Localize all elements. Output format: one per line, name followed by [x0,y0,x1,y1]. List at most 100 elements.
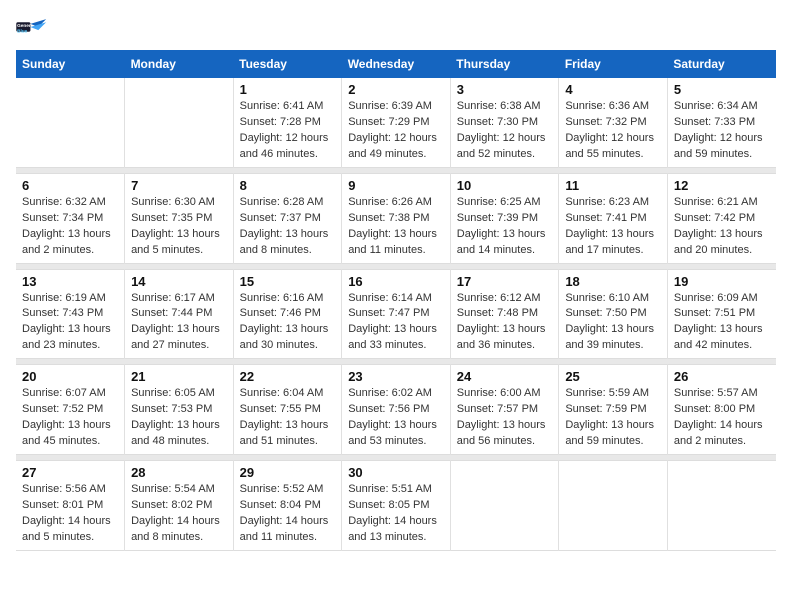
calendar-cell: 2 Sunrise: 6:39 AM Sunset: 7:29 PM Daylig… [342,78,451,167]
calendar-cell: 14 Sunrise: 6:17 AM Sunset: 7:44 PM Dayli… [125,269,234,359]
day-number: 26 [674,369,770,384]
header-thursday: Thursday [450,50,559,78]
cell-content: Sunrise: 6:21 AM Sunset: 7:42 PM Dayligh… [674,195,770,259]
cell-content: Sunrise: 6:16 AM Sunset: 7:46 PM Dayligh… [240,291,336,355]
cell-content: Sunrise: 6:19 AM Sunset: 7:43 PM Dayligh… [22,291,118,355]
cell-content: Sunrise: 6:34 AM Sunset: 7:33 PM Dayligh… [674,99,770,163]
calendar-cell: 13 Sunrise: 6:19 AM Sunset: 7:43 PM Dayli… [16,269,125,359]
day-number: 14 [131,274,227,289]
day-number: 7 [131,178,227,193]
day-number: 15 [240,274,336,289]
calendar-cell: 26 Sunrise: 5:57 AM Sunset: 8:00 PM Dayli… [667,365,776,455]
cell-content: Sunrise: 6:32 AM Sunset: 7:34 PM Dayligh… [22,195,118,259]
calendar-cell: 1 Sunrise: 6:41 AM Sunset: 7:28 PM Daylig… [233,78,342,167]
calendar-cell [125,78,234,167]
day-number: 13 [22,274,118,289]
calendar-cell: 25Sunrise: 5:59 AM Sunset: 7:59 PM Dayli… [559,365,668,455]
day-number: 5 [674,82,770,97]
logo: General Blue [16,16,48,38]
calendar-cell: 30 Sunrise: 5:51 AM Sunset: 8:05 PM Dayli… [342,461,451,551]
day-number: 23 [348,369,444,384]
day-number: 10 [457,178,553,193]
cell-content: Sunrise: 6:14 AM Sunset: 7:47 PM Dayligh… [348,291,444,355]
day-number: 12 [674,178,770,193]
week-row-2: 6 Sunrise: 6:32 AM Sunset: 7:34 PM Daylig… [16,173,776,263]
day-number: 2 [348,82,444,97]
cell-content: Sunrise: 6:26 AM Sunset: 7:38 PM Dayligh… [348,195,444,259]
cell-content: Sunrise: 6:41 AM Sunset: 7:28 PM Dayligh… [240,99,336,163]
cell-content: Sunrise: 6:12 AM Sunset: 7:48 PM Dayligh… [457,291,553,355]
day-number: 1 [240,82,336,97]
cell-content: Sunrise: 5:52 AM Sunset: 8:04 PM Dayligh… [240,482,336,546]
day-number: 28 [131,465,227,480]
cell-content: Sunrise: 6:04 AM Sunset: 7:55 PM Dayligh… [240,386,336,450]
calendar-cell: 23 Sunrise: 6:02 AM Sunset: 7:56 PM Dayli… [342,365,451,455]
calendar-cell: 8 Sunrise: 6:28 AM Sunset: 7:37 PM Daylig… [233,173,342,263]
calendar-cell: 22 Sunrise: 6:04 AM Sunset: 7:55 PM Dayli… [233,365,342,455]
days-header-row: SundayMondayTuesdayWednesdayThursdayFrid… [16,50,776,78]
cell-content: Sunrise: 6:36 AM Sunset: 7:32 PM Dayligh… [565,99,661,163]
svg-text:Blue: Blue [17,29,28,34]
day-number: 30 [348,465,444,480]
header-tuesday: Tuesday [233,50,342,78]
calendar-cell: 9 Sunrise: 6:26 AM Sunset: 7:38 PM Daylig… [342,173,451,263]
day-number: 22 [240,369,336,384]
cell-content: Sunrise: 6:28 AM Sunset: 7:37 PM Dayligh… [240,195,336,259]
calendar-cell: 3 Sunrise: 6:38 AM Sunset: 7:30 PM Daylig… [450,78,559,167]
page-header: General Blue [16,16,776,38]
week-row-1: 1 Sunrise: 6:41 AM Sunset: 7:28 PM Daylig… [16,78,776,167]
cell-content: Sunrise: 6:05 AM Sunset: 7:53 PM Dayligh… [131,386,227,450]
calendar-cell [559,461,668,551]
header-monday: Monday [125,50,234,78]
cell-content: Sunrise: 6:07 AM Sunset: 7:52 PM Dayligh… [22,386,118,450]
week-row-3: 13 Sunrise: 6:19 AM Sunset: 7:43 PM Dayli… [16,269,776,359]
day-number: 24 [457,369,553,384]
header-wednesday: Wednesday [342,50,451,78]
calendar-cell: 27 Sunrise: 5:56 AM Sunset: 8:01 PM Dayli… [16,461,125,551]
cell-content: Sunrise: 6:02 AM Sunset: 7:56 PM Dayligh… [348,386,444,450]
calendar-cell: 6 Sunrise: 6:32 AM Sunset: 7:34 PM Daylig… [16,173,125,263]
cell-content: Sunrise: 5:54 AM Sunset: 8:02 PM Dayligh… [131,482,227,546]
cell-content: Sunrise: 5:51 AM Sunset: 8:05 PM Dayligh… [348,482,444,546]
day-number: 8 [240,178,336,193]
cell-content: Sunrise: 6:38 AM Sunset: 7:30 PM Dayligh… [457,99,553,163]
cell-content: Sunrise: 6:39 AM Sunset: 7:29 PM Dayligh… [348,99,444,163]
calendar-cell: 20 Sunrise: 6:07 AM Sunset: 7:52 PM Dayli… [16,365,125,455]
calendar-cell [16,78,125,167]
cell-content: Sunrise: 6:17 AM Sunset: 7:44 PM Dayligh… [131,291,227,355]
day-number: 6 [22,178,118,193]
calendar-cell: 15 Sunrise: 6:16 AM Sunset: 7:46 PM Dayli… [233,269,342,359]
calendar-cell: 24 Sunrise: 6:00 AM Sunset: 7:57 PM Dayli… [450,365,559,455]
header-saturday: Saturday [667,50,776,78]
calendar-cell: 4 Sunrise: 6:36 AM Sunset: 7:32 PM Daylig… [559,78,668,167]
day-number: 27 [22,465,118,480]
calendar-cell: 12 Sunrise: 6:21 AM Sunset: 7:42 PM Dayli… [667,173,776,263]
cell-content: Sunrise: 6:30 AM Sunset: 7:35 PM Dayligh… [131,195,227,259]
calendar-cell: 10 Sunrise: 6:25 AM Sunset: 7:39 PM Dayli… [450,173,559,263]
day-number: 16 [348,274,444,289]
day-number: 21 [131,369,227,384]
calendar-cell [667,461,776,551]
calendar-cell: 11Sunrise: 6:23 AM Sunset: 7:41 PM Dayli… [559,173,668,263]
day-number: 11 [565,178,661,193]
calendar-cell: 7 Sunrise: 6:30 AM Sunset: 7:35 PM Daylig… [125,173,234,263]
cell-content: Sunrise: 5:57 AM Sunset: 8:00 PM Dayligh… [674,386,770,450]
calendar-cell: 19Sunrise: 6:09 AM Sunset: 7:51 PM Dayli… [667,269,776,359]
day-number: 19 [674,274,770,289]
day-number: 20 [22,369,118,384]
cell-content: Sunrise: 6:25 AM Sunset: 7:39 PM Dayligh… [457,195,553,259]
week-row-5: 27 Sunrise: 5:56 AM Sunset: 8:01 PM Dayli… [16,461,776,551]
calendar-cell [450,461,559,551]
calendar-table: SundayMondayTuesdayWednesdayThursdayFrid… [16,50,776,551]
cell-content: Sunrise: 6:00 AM Sunset: 7:57 PM Dayligh… [457,386,553,450]
day-number: 9 [348,178,444,193]
day-number: 29 [240,465,336,480]
day-number: 17 [457,274,553,289]
calendar-cell: 18 Sunrise: 6:10 AM Sunset: 7:50 PM Dayli… [559,269,668,359]
cell-content: Sunrise: 5:56 AM Sunset: 8:01 PM Dayligh… [22,482,118,546]
cell-content: Sunrise: 6:10 AM Sunset: 7:50 PM Dayligh… [565,291,661,355]
calendar-cell: 29 Sunrise: 5:52 AM Sunset: 8:04 PM Dayli… [233,461,342,551]
day-number: 4 [565,82,661,97]
day-number: 18 [565,274,661,289]
day-number: 3 [457,82,553,97]
